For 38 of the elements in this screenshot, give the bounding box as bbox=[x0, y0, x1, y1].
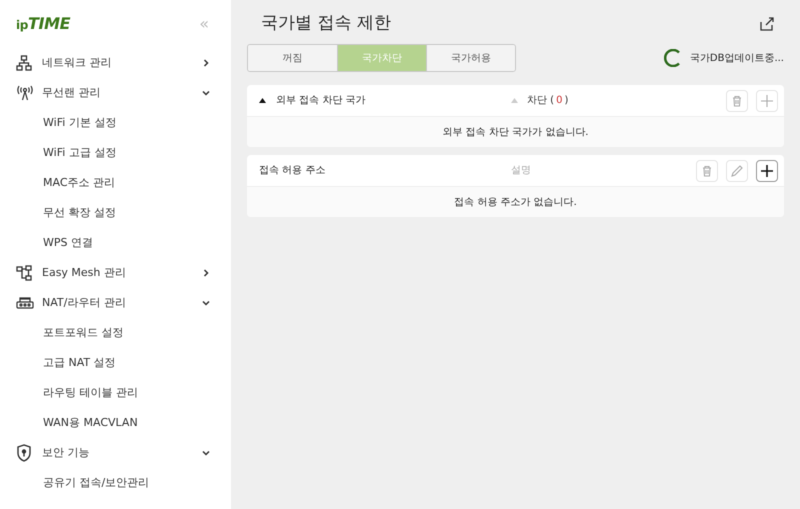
sidebar-item[interactable]: 무선랜 관리 bbox=[0, 78, 231, 108]
sidebar-item[interactable]: NAT/라우터 관리 bbox=[0, 288, 231, 318]
sidebar-subitem[interactable]: 포트포워드 설정 bbox=[0, 318, 231, 348]
status-text: 국가DB업데이트중... bbox=[690, 52, 784, 66]
sidebar-item[interactable]: 네트워크 관리 bbox=[0, 48, 231, 78]
sidebar-subitem[interactable]: 공유기 접속/보안관리 bbox=[0, 468, 231, 498]
empty-message: 외부 접속 차단 국가가 없습니다. bbox=[442, 126, 588, 140]
sidebar-subitem[interactable]: WAN용 MACVLAN bbox=[0, 408, 231, 438]
plus-icon bbox=[759, 162, 775, 178]
column-header: 외부 접속 차단 국가 bbox=[276, 94, 366, 108]
router-icon bbox=[16, 296, 34, 310]
sidebar-subitem[interactable]: WPS 연결 bbox=[0, 228, 231, 258]
ip-time-logo: ipTIME bbox=[16, 13, 70, 35]
sidebar-item[interactable]: 보안 기능 bbox=[0, 438, 231, 468]
sidebar-subitem[interactable]: WiFi 기본 설정 bbox=[0, 108, 231, 138]
empty-message: 접속 허용 주소가 없습니다. bbox=[454, 196, 577, 210]
sidebar-subitem[interactable]: 무선 확장 설정 bbox=[0, 198, 231, 228]
shield-icon bbox=[16, 444, 32, 462]
antenna-icon bbox=[16, 85, 34, 101]
column-header: 설명 bbox=[511, 164, 531, 178]
spinner-icon bbox=[664, 49, 682, 67]
plus-icon bbox=[759, 92, 775, 108]
mode-tab[interactable]: 국가허용 bbox=[426, 45, 515, 71]
pencil-icon bbox=[729, 162, 745, 178]
sidebar-subitem[interactable]: WiFi 고급 설정 bbox=[0, 138, 231, 168]
sidebar-subitem[interactable]: 라우팅 테이블 관리 bbox=[0, 378, 231, 408]
mode-tab[interactable]: 꺼짐 bbox=[248, 45, 337, 71]
network-icon bbox=[16, 55, 32, 71]
mesh-icon bbox=[16, 265, 32, 281]
sort-arrow-icon[interactable] bbox=[259, 98, 266, 103]
sidebar-subitem[interactable]: 고급 NAT 설정 bbox=[0, 348, 231, 378]
sidebar-subitem[interactable]: MAC주소 관리 bbox=[0, 168, 231, 198]
column-header: 접속 허용 주소 bbox=[259, 164, 326, 178]
page-title: 국가별 접속 제한 bbox=[260, 12, 391, 36]
sidebar-item[interactable]: Easy Mesh 관리 bbox=[0, 258, 231, 288]
column-header: 차단 ( 0 ) bbox=[527, 94, 568, 108]
add-button[interactable] bbox=[756, 160, 778, 182]
share-icon[interactable] bbox=[760, 17, 774, 31]
